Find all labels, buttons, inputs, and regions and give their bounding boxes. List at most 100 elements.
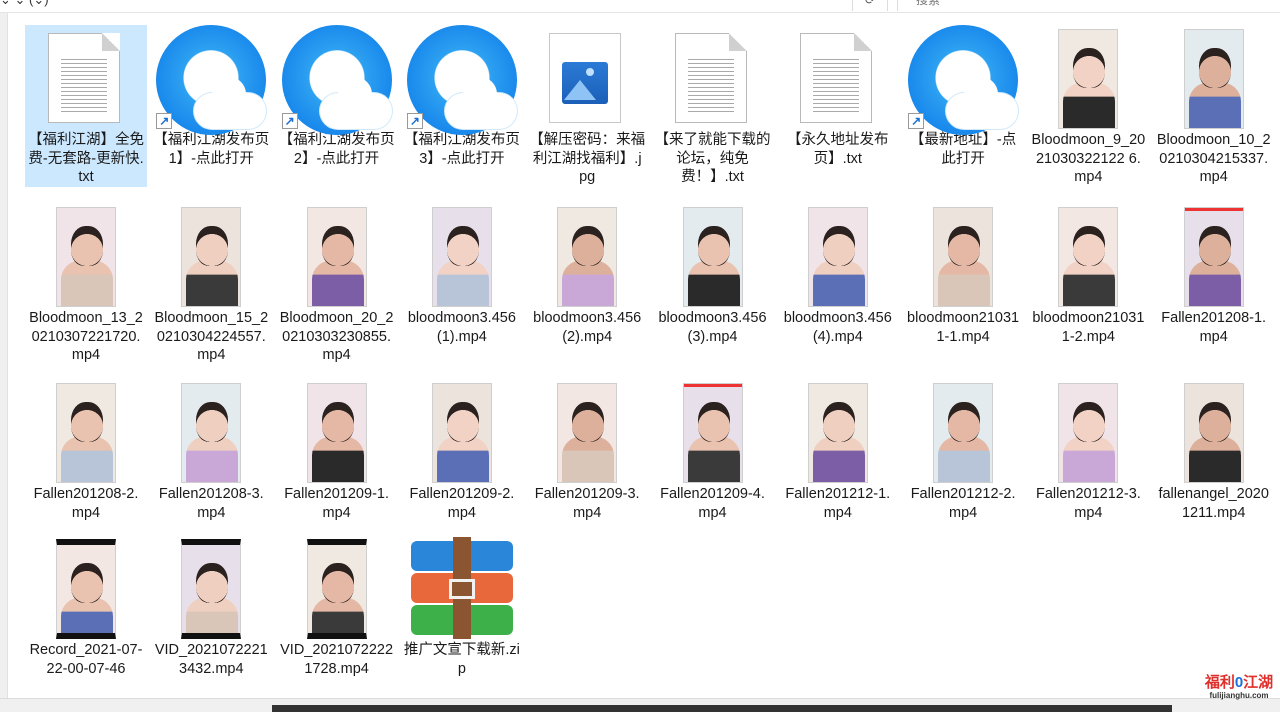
zip-archive-icon (401, 535, 523, 641)
file-name-label: 推广文宣下载新.zip (403, 642, 520, 677)
video-thumbnail-icon (1153, 25, 1275, 131)
search-input[interactable]: 搜索 (897, 0, 1280, 11)
file-item[interactable]: ↗ 【福利江湖发布页3】-点此打开 (401, 25, 523, 168)
video-thumbnail-icon (652, 379, 774, 485)
file-item[interactable]: 【福利江湖】全免费-无套路-更新快.txt (25, 25, 147, 187)
file-name-label: bloodmoon3.456 (3).mp4 (658, 310, 767, 345)
file-item[interactable]: ↗ 【福利江湖发布页1】-点此打开 (150, 25, 272, 168)
file-name-label: Record_2021-07-22-00-07-46 (29, 642, 143, 677)
video-thumbnail-icon (401, 379, 523, 485)
file-item[interactable]: 【永久地址发布页】.txt (777, 25, 899, 168)
file-item[interactable]: Fallen201212-1.mp4 (777, 379, 899, 522)
qq-browser-shortcut-icon: ↗ (150, 25, 272, 135)
file-item[interactable]: bloodmoon3.456 (4).mp4 (777, 203, 899, 346)
video-thumbnail-icon (902, 203, 1024, 309)
file-name-label: VID_2021072222 1728.mp4 (280, 642, 394, 677)
file-item[interactable]: ↗ 【福利江湖发布页2】-点此打开 (276, 25, 398, 168)
file-name-label: Fallen201212-3.mp4 (1035, 486, 1141, 521)
file-item[interactable]: Bloodmoon_9_2021030322122 6.mp4 (1027, 25, 1149, 187)
file-item[interactable]: Fallen201212-2.mp4 (902, 379, 1024, 522)
video-thumbnail-icon (526, 203, 648, 309)
file-name-label: Bloodmoon_13_20210307221720.mp4 (29, 310, 143, 363)
file-name-label: 【来了就能下载的论坛，纯免费！】.txt (654, 132, 771, 185)
video-thumbnail-icon (25, 379, 147, 485)
image-file-icon (526, 25, 648, 131)
file-item[interactable]: Bloodmoon_20_20210303230855.mp4 (276, 203, 398, 365)
file-name-label: 【永久地址发布页】.txt (787, 132, 889, 167)
file-item[interactable]: Bloodmoon_13_20210307221720.mp4 (25, 203, 147, 365)
video-thumbnail-icon (276, 203, 398, 309)
file-item[interactable]: bloodmoon3.456 (3).mp4 (652, 203, 774, 346)
file-item[interactable]: Bloodmoon_15_20210304224557.mp4 (150, 203, 272, 365)
file-name-label: Fallen201212-1.mp4 (785, 486, 891, 521)
file-name-label: Fallen201209-4.mp4 (660, 486, 765, 521)
video-thumbnail-icon (1153, 379, 1275, 485)
file-name-label: fallenangel_20201211.mp4 (1158, 486, 1269, 521)
file-name-label: Fallen201208-2.mp4 (33, 486, 139, 521)
file-name-label: 【福利江湖发布页3】-点此打开 (403, 132, 520, 167)
file-name-label: Fallen201209-2.mp4 (409, 486, 515, 521)
file-item[interactable]: ↗ 【最新地址】-点此打开 (902, 25, 1024, 168)
video-thumbnail-icon (150, 379, 272, 485)
video-thumbnail-icon (25, 535, 147, 641)
file-item[interactable]: VID_2021072221 3432.mp4 (150, 535, 272, 678)
file-item[interactable]: Fallen201208-3.mp4 (150, 379, 272, 522)
qq-browser-shortcut-icon: ↗ (401, 25, 523, 135)
video-thumbnail-icon (652, 203, 774, 309)
file-item[interactable]: Record_2021-07-22-00-07-46 (25, 535, 147, 678)
file-name-label: 【福利江湖发布页2】-点此打开 (278, 132, 395, 167)
video-thumbnail-icon (777, 203, 899, 309)
file-name-label: Bloodmoon_10_20210304215337.mp4 (1156, 132, 1271, 185)
file-name-label: Bloodmoon_15_20210304224557.mp4 (154, 310, 269, 363)
file-name-label: Fallen201209-1.mp4 (284, 486, 389, 521)
file-item[interactable]: bloodmoon3.456 (1).mp4 (401, 203, 523, 346)
file-name-label: 【福利江湖】全免费-无套路-更新快.txt (28, 132, 144, 185)
file-name-label: Bloodmoon_9_2021030322122 6.mp4 (1031, 132, 1146, 185)
video-thumbnail-icon (902, 379, 1024, 485)
qq-browser-shortcut-icon: ↗ (902, 25, 1024, 135)
file-item[interactable]: VID_2021072222 1728.mp4 (276, 535, 398, 678)
file-name-label: bloodmoon210311-1.mp4 (907, 310, 1020, 345)
file-item[interactable]: 推广文宣下载新.zip (401, 535, 523, 678)
file-name-label: 【最新地址】-点此打开 (909, 132, 1017, 167)
file-item[interactable]: 【来了就能下载的论坛，纯免费！】.txt (652, 25, 774, 187)
file-item[interactable]: Fallen201209-1.mp4 (276, 379, 398, 522)
file-item[interactable]: Fallen201208-2.mp4 (25, 379, 147, 522)
address-bar: ⌄ ⌄ (⌄) ⟳ 搜索 (0, 0, 1280, 13)
file-name-label: Fallen201208-1.mp4 (1161, 310, 1267, 345)
file-name-label: 【福利江湖发布页1】-点此打开 (153, 132, 270, 167)
file-item[interactable]: Fallen201209-3.mp4 (526, 379, 648, 522)
refresh-button[interactable]: ⟳ (852, 0, 888, 11)
horizontal-scrollbar[interactable] (0, 698, 1280, 712)
file-name-label: Bloodmoon_20_20210303230855.mp4 (279, 310, 394, 363)
file-item[interactable]: Fallen201212-3.mp4 (1027, 379, 1149, 522)
watermark-logo: 福利0江湖 fulijianghu.com (1204, 674, 1274, 700)
video-thumbnail-icon (276, 535, 398, 641)
file-item[interactable]: 【解压密码：来福利江湖找福利】.jpg (526, 25, 648, 187)
video-thumbnail-icon (1027, 203, 1149, 309)
file-name-label: Fallen201208-3.mp4 (158, 486, 264, 521)
file-name-label: bloodmoon3.456 (4).mp4 (783, 310, 892, 345)
navigation-pane-edge (0, 13, 8, 698)
video-thumbnail-icon (1153, 203, 1275, 309)
file-item[interactable]: Fallen201209-4.mp4 (652, 379, 774, 522)
video-thumbnail-icon (777, 379, 899, 485)
text-document-icon (652, 25, 774, 131)
breadcrumb[interactable]: ⌄ ⌄ (⌄) (0, 0, 49, 8)
video-thumbnail-icon (1027, 379, 1149, 485)
file-name-label: bloodmoon210311-2.mp4 (1032, 310, 1145, 345)
file-item[interactable]: bloodmoon3.456 (2).mp4 (526, 203, 648, 346)
file-name-label: bloodmoon3.456 (2).mp4 (533, 310, 642, 345)
file-item[interactable]: Bloodmoon_10_20210304215337.mp4 (1153, 25, 1275, 187)
file-item[interactable]: Fallen201209-2.mp4 (401, 379, 523, 522)
file-item[interactable]: bloodmoon210311-2.mp4 (1027, 203, 1149, 346)
file-item[interactable]: bloodmoon210311-1.mp4 (902, 203, 1024, 346)
file-name-label: Fallen201209-3.mp4 (534, 486, 640, 521)
file-item[interactable]: fallenangel_20201211.mp4 (1153, 379, 1275, 522)
file-item[interactable]: Fallen201208-1.mp4 (1153, 203, 1275, 346)
video-thumbnail-icon (150, 203, 272, 309)
qq-browser-shortcut-icon: ↗ (276, 25, 398, 135)
text-document-icon (777, 25, 899, 131)
video-thumbnail-icon (276, 379, 398, 485)
video-thumbnail-icon (25, 203, 147, 309)
